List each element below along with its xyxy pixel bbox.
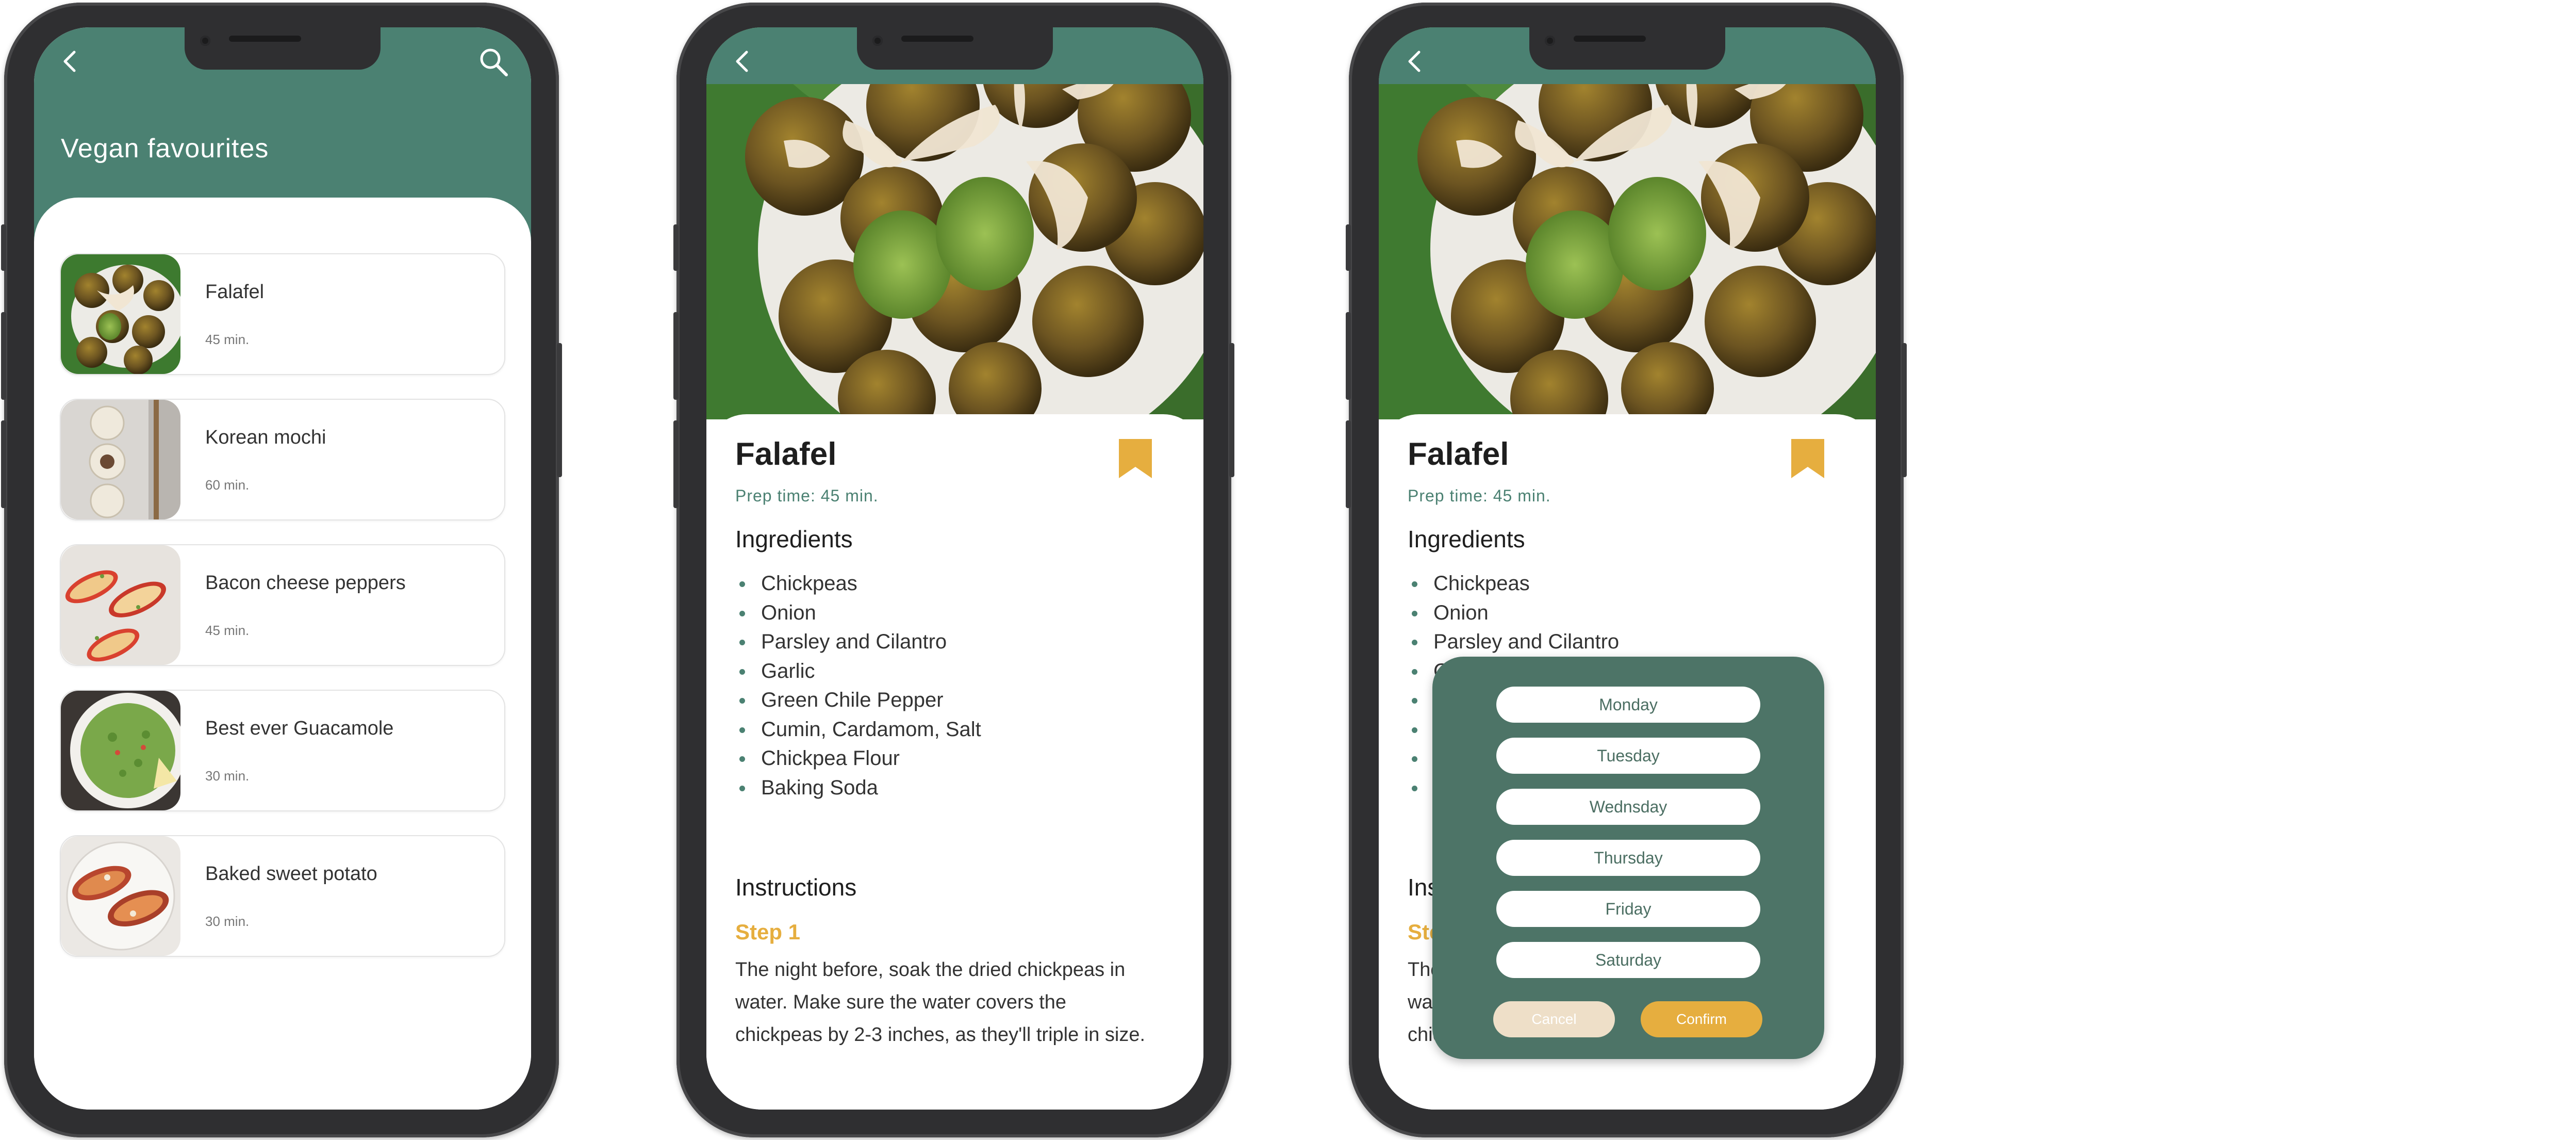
recipe-title: Falafel (735, 436, 837, 472)
bookmark-icon[interactable] (1119, 439, 1152, 478)
day-option-wednesday[interactable]: Wednsday (1496, 789, 1760, 825)
mute-switch (1, 224, 6, 271)
recipe-thumbnail (61, 836, 180, 956)
recipe-time: 60 min. (205, 477, 250, 493)
prep-time: Prep time: 45 min. (1408, 486, 1551, 505)
phone-frame-detail: Falafel Prep time: 45 min. Ingredients C… (673, 3, 1234, 1137)
bookmark-icon[interactable] (1791, 439, 1824, 478)
cancel-button[interactable]: Cancel (1493, 1001, 1615, 1037)
ingredient-item: Parsley and Cilantro (735, 627, 981, 657)
recipe-hero-image (706, 27, 1203, 419)
ingredient-item: Garlic (735, 657, 981, 686)
volume-down-button (673, 420, 679, 508)
notch (1529, 27, 1725, 70)
ingredients-heading: Ingredients (735, 526, 853, 552)
notch (185, 27, 381, 70)
ingredient-item: Parsley and Cilantro (1408, 627, 1654, 657)
step-label: Step 1 (735, 920, 801, 944)
recipe-hero-image (1379, 27, 1876, 419)
recipe-time: 30 min. (205, 914, 250, 929)
ingredient-item: Onion (735, 598, 981, 628)
ingredients-list: Chickpeas Onion Parsley and Cilantro Gar… (735, 569, 981, 802)
phone-frame-detail-modal: Falafel Prep time: 45 min. Ingredients C… (1346, 3, 1907, 1137)
day-option-saturday[interactable]: Saturday (1496, 942, 1760, 978)
volume-down-button (1346, 420, 1351, 508)
recipe-detail-sheet: Falafel Prep time: 45 min. Ingredients C… (706, 414, 1203, 1110)
power-button (1229, 343, 1234, 477)
recipe-card-korean-mochi[interactable]: Korean mochi 60 min. (60, 399, 505, 520)
power-button (1902, 343, 1907, 477)
ingredient-item: Cumin, Cardamom, Salt (735, 715, 981, 744)
volume-up-button (1346, 312, 1351, 400)
chevron-left-icon[interactable] (56, 46, 87, 77)
ingredient-item: Chickpeas (1408, 569, 1654, 598)
notch (857, 27, 1053, 70)
search-icon[interactable] (477, 46, 509, 78)
power-button (557, 343, 562, 477)
recipe-thumbnail (61, 691, 180, 810)
phone-frame-list: Vegan favourites Falafel 45 min. Korean … (1, 3, 562, 1137)
recipe-time: 45 min. (205, 623, 250, 638)
confirm-button[interactable]: Confirm (1641, 1001, 1762, 1037)
day-option-friday[interactable]: Friday (1496, 891, 1760, 927)
prep-time: Prep time: 45 min. (735, 486, 879, 505)
recipe-card-falafel[interactable]: Falafel 45 min. (60, 253, 505, 375)
ingredient-item: Baking Soda (735, 773, 981, 803)
recipe-name: Baked sweet potato (205, 863, 377, 885)
recipe-title: Falafel (1408, 436, 1509, 472)
volume-down-button (1, 420, 6, 508)
instructions-heading: Instructions (735, 874, 857, 901)
recipe-name: Falafel (205, 281, 265, 303)
mute-switch (673, 224, 679, 271)
day-option-thursday[interactable]: Thursday (1496, 840, 1760, 876)
list-screen: Vegan favourites Falafel 45 min. Korean … (34, 27, 531, 1110)
ingredient-item: Green Chile Pepper (735, 686, 981, 715)
mute-switch (1346, 224, 1351, 271)
page-title: Vegan favourites (61, 134, 269, 164)
recipe-name: Bacon cheese peppers (205, 572, 406, 594)
day-picker-modal: Monday Tuesday Wednsday Thursday Friday … (1432, 657, 1824, 1059)
detail-screen-with-modal: Falafel Prep time: 45 min. Ingredients C… (1379, 27, 1876, 1110)
recipe-time: 30 min. (205, 768, 250, 784)
step-text: The night before, soak the dried chickpe… (735, 959, 1146, 1046)
recipe-name: Best ever Guacamole (205, 718, 394, 739)
recipe-card-guacamole[interactable]: Best ever Guacamole 30 min. (60, 690, 505, 811)
recipe-time: 45 min. (205, 332, 250, 347)
ingredient-item: Chickpeas (735, 569, 981, 598)
day-option-tuesday[interactable]: Tuesday (1496, 738, 1760, 774)
ingredients-heading: Ingredients (1408, 526, 1525, 552)
recipe-thumbnail (61, 254, 180, 374)
day-option-monday[interactable]: Monday (1496, 687, 1760, 723)
recipe-card-baked-sweet-potato[interactable]: Baked sweet potato 30 min. (60, 835, 505, 957)
ingredient-item: Chickpea Flour (735, 744, 981, 773)
recipe-name: Korean mochi (205, 427, 326, 448)
volume-up-button (673, 312, 679, 400)
chevron-left-icon[interactable] (728, 46, 759, 77)
recipe-card-bacon-cheese-peppers[interactable]: Bacon cheese peppers 45 min. (60, 544, 505, 666)
recipe-thumbnail (61, 400, 180, 519)
chevron-left-icon[interactable] (1400, 46, 1431, 77)
recipe-thumbnail (61, 545, 180, 665)
volume-up-button (1, 312, 6, 400)
detail-screen: Falafel Prep time: 45 min. Ingredients C… (706, 27, 1203, 1110)
ingredient-item: Onion (1408, 598, 1654, 628)
